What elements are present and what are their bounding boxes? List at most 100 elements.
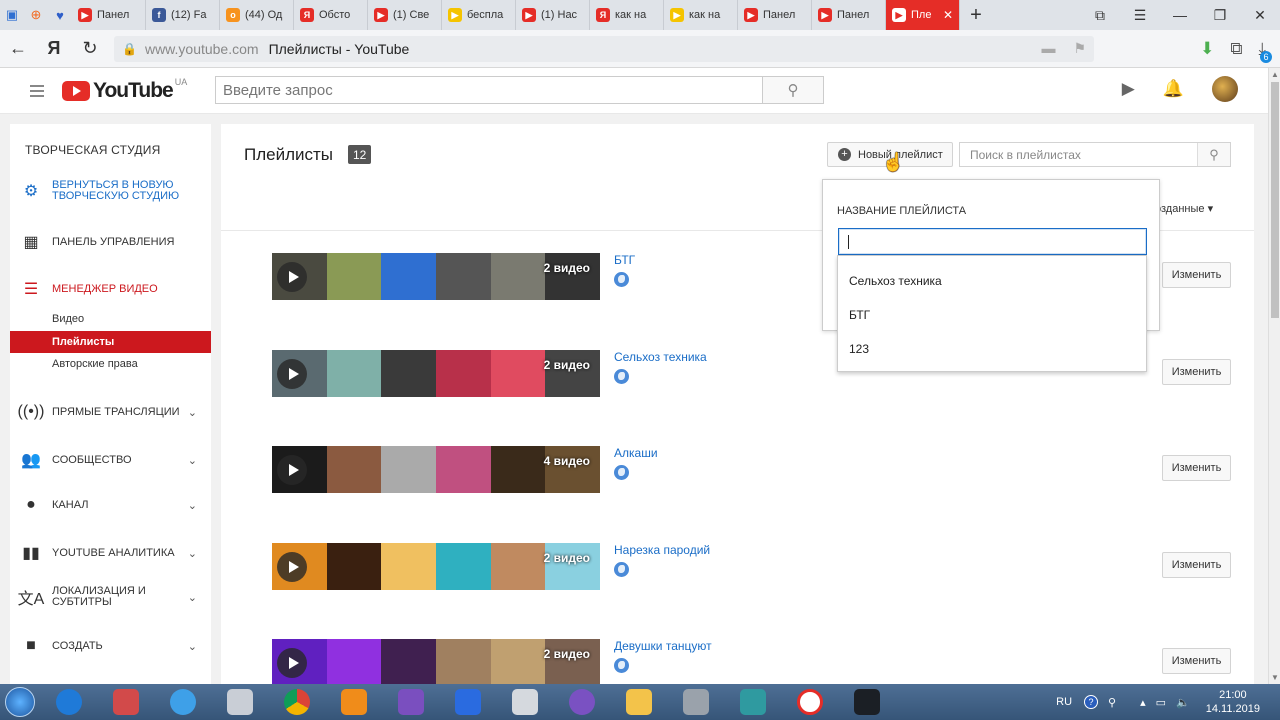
volume-icon[interactable]: 🔈 — [1176, 696, 1190, 709]
new-tab-button[interactable]: + — [960, 0, 992, 30]
play-icon[interactable] — [277, 648, 307, 678]
network-icon[interactable]: ▭ — [1156, 696, 1166, 709]
edit-playlist-button[interactable]: Изменить — [1162, 648, 1231, 674]
browser-tab[interactable]: ▶ как на — [664, 0, 738, 30]
sidebar-item-create[interactable]: ■ СОЗДАТЬ ⌄ — [10, 637, 211, 655]
chrome-icon[interactable] — [268, 684, 325, 720]
back-button[interactable]: ← — [0, 30, 36, 68]
tray-arrow-icon[interactable]: ▴ — [1140, 696, 1146, 709]
play-icon[interactable] — [277, 262, 307, 292]
extensions-icon[interactable]: ⧉ — [1230, 39, 1242, 59]
scissors-icon[interactable] — [97, 684, 154, 720]
yandex-home-icon[interactable]: Я — [36, 30, 72, 68]
sidebar-item-video-manager[interactable]: ☰ МЕНЕДЖЕР ВИДЕО — [10, 279, 211, 299]
language-indicator[interactable]: RU — [1056, 696, 1072, 708]
browser-tab[interactable]: f (12) Fa — [146, 0, 220, 30]
close-window-button[interactable]: ✕ — [1240, 0, 1280, 30]
bookmark-icon[interactable]: ⚑ — [1073, 40, 1086, 57]
playlist-search-button[interactable]: ⚲ — [1197, 143, 1230, 166]
download-arrow-icon[interactable]: ⬇ — [1200, 39, 1214, 59]
browser-tab[interactable]: ▶ Пле ✕ — [886, 0, 960, 30]
reader-icon[interactable]: ▬ — [1041, 40, 1055, 57]
sidebar-item-live[interactable]: ((•)) ПРЯМЫЕ ТРАНСЛЯЦИИ ⌄ — [10, 403, 211, 421]
edit-playlist-button[interactable]: Изменить — [1162, 551, 1231, 578]
yandex-browser-icon[interactable] — [781, 684, 838, 720]
playlist-name-link[interactable]: Сельхоз техника — [614, 350, 707, 364]
scroll-up-icon[interactable]: ▲ — [1271, 70, 1279, 79]
pin-tray-icon[interactable]: ⚲ — [1108, 696, 1116, 709]
keyboard-icon[interactable] — [496, 684, 553, 720]
browser-tab[interactable]: о (44) Од — [220, 0, 294, 30]
edit-playlist-button[interactable]: Изменить — [1162, 358, 1231, 385]
browser-tab[interactable]: ▶ беспла — [442, 0, 516, 30]
playlist-name-link[interactable]: БТГ — [614, 253, 635, 267]
sidebar-subitem-playlists[interactable]: Плейлисты — [10, 331, 211, 353]
sidebar-subitem-video[interactable]: Видео — [10, 308, 211, 330]
url-field[interactable]: 🔒 www.youtube.com Плейлисты - YouTube ▬ … — [114, 35, 1094, 62]
playlist-thumbnail[interactable]: 4 видео — [272, 446, 600, 493]
browser-tab[interactable]: ▶ (1) Нас — [516, 0, 590, 30]
close-tab-icon[interactable]: ✕ — [943, 8, 953, 22]
camera-app-icon[interactable] — [667, 684, 724, 720]
sidebar-item-localization[interactable]: 文A ЛОКАЛИЗАЦИЯ И СУБТИТРЫ ⌄ — [10, 585, 211, 609]
minimize-button[interactable]: — — [1160, 0, 1200, 30]
sidebar-item-new-studio[interactable]: ⚙ ВЕРНУТЬСЯ В НОВУЮ ТВОРЧЕСКУЮ СТУДИЮ — [10, 180, 211, 202]
playlist-search-input[interactable]: Поиск в плейлистах — [959, 142, 1231, 167]
playlist-name-link[interactable]: Нарезка пародий — [614, 543, 710, 557]
search-input[interactable]: Введите запрос — [215, 76, 763, 104]
playlist-thumbnail[interactable]: 2 видео — [272, 349, 600, 397]
avatar[interactable] — [1212, 76, 1238, 102]
scrollbar-thumb[interactable] — [1271, 82, 1279, 318]
browser-tab[interactable]: Якак на — [590, 0, 664, 30]
start-button[interactable] — [0, 684, 40, 720]
play-icon[interactable] — [277, 358, 307, 389]
media-player-icon[interactable] — [325, 684, 382, 720]
bookmark-manager-icon[interactable]: ⧉ — [1080, 0, 1120, 30]
sort-dropdown[interactable]: озданные ▾ — [1155, 202, 1213, 215]
browser-tab[interactable]: ▶ Панел — [812, 0, 886, 30]
help-icon[interactable]: ? — [1084, 695, 1099, 709]
sidebar-item-dashboard[interactable]: ▦ ПАНЕЛЬ УПРАВЛЕНИЯ — [10, 232, 211, 252]
pin-icon[interactable]: ▣ — [0, 0, 24, 30]
visual-studio-icon[interactable] — [382, 684, 439, 720]
play-icon[interactable] — [277, 551, 307, 582]
restore-button[interactable]: ❐ — [1200, 0, 1240, 30]
viber-icon[interactable] — [553, 684, 610, 720]
heart-icon[interactable]: ♥ — [48, 0, 72, 30]
browser-tab[interactable]: ▶ Панел — [738, 0, 812, 30]
edit-playlist-button[interactable]: Изменить — [1162, 455, 1231, 481]
scroll-down-icon[interactable]: ▼ — [1271, 673, 1279, 682]
ie-icon[interactable] — [40, 684, 97, 720]
downloads-icon[interactable]: ⤓ 6 — [1258, 39, 1272, 63]
playlist-thumbnail[interactable]: 2 видео — [272, 639, 600, 684]
playlist-name-link[interactable]: Девушки танцуют — [614, 639, 712, 653]
edge-icon[interactable] — [154, 684, 211, 720]
playlist-name-input[interactable] — [838, 228, 1147, 255]
calculator-icon[interactable] — [211, 684, 268, 720]
browser-tab[interactable]: Я Обсто — [294, 0, 368, 30]
notifications-bell-icon[interactable]: 🔔 — [1163, 79, 1184, 99]
playlist-name-link[interactable]: Алкаши — [614, 446, 658, 460]
youtube-logo[interactable]: YouTube UA — [62, 77, 187, 103]
playlist-suggestion-item[interactable]: 123 — [838, 332, 1146, 366]
terminal-icon[interactable] — [838, 684, 895, 720]
clock[interactable]: 21:00 14.11.2019 — [1206, 688, 1260, 716]
search-button[interactable]: ⚲ — [762, 76, 824, 104]
plus-icon[interactable]: ⊕ — [24, 0, 48, 30]
app-d-icon[interactable] — [439, 684, 496, 720]
browser-tab[interactable]: ▶ (1) Све — [368, 0, 442, 30]
page-scrollbar[interactable]: ▲ ▼ — [1268, 68, 1280, 684]
game-icon[interactable] — [724, 684, 781, 720]
upload-video-icon[interactable]: ▶ — [1122, 79, 1135, 99]
playlist-thumbnail[interactable]: 2 видео — [272, 542, 600, 590]
browser-tab[interactable]: ▶ Панел — [72, 0, 146, 30]
playlist-suggestion-item[interactable]: БТГ — [838, 298, 1146, 332]
sidebar-item-community[interactable]: 👥 СООБЩЕСТВО ⌄ — [10, 450, 211, 470]
sidebar-item-channel[interactable]: ● КАНАЛ ⌄ — [10, 496, 211, 514]
sidebar-subitem-copyright[interactable]: Авторские права — [10, 353, 211, 375]
playlist-thumbnail[interactable]: 2 видео — [272, 253, 600, 300]
sidebar-item-analytics[interactable]: ▮▮ YOUTUBE АНАЛИТИКА ⌄ — [10, 543, 211, 563]
playlist-suggestion-item[interactable]: Сельхоз техника — [838, 264, 1146, 298]
play-icon[interactable] — [277, 455, 307, 485]
menu-icon[interactable]: ☰ — [1120, 0, 1160, 30]
